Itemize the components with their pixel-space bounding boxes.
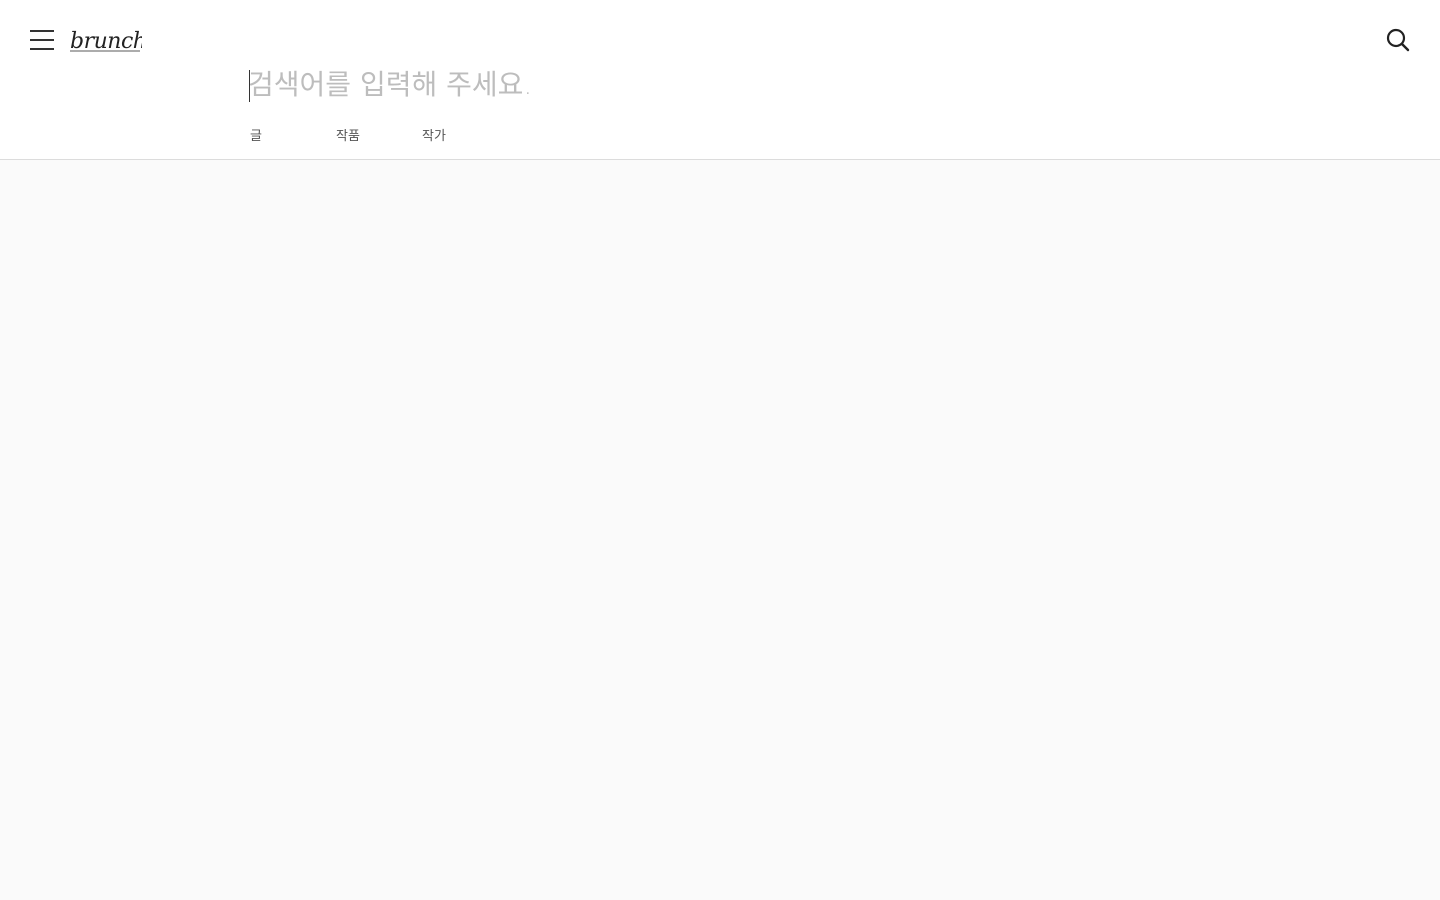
menu-line xyxy=(30,39,54,41)
search-input[interactable] xyxy=(248,62,1148,106)
hamburger-menu-icon[interactable] xyxy=(26,24,58,56)
text-caret xyxy=(249,70,250,102)
brunch-logo[interactable]: brunch xyxy=(70,24,147,56)
tab-works[interactable]: 작품 xyxy=(336,126,360,148)
tab-posts[interactable]: 글 xyxy=(250,126,262,148)
menu-line xyxy=(30,30,54,32)
search-icon[interactable] xyxy=(1384,26,1412,54)
brunch-logo-mark: brunch xyxy=(70,29,147,54)
menu-line xyxy=(30,48,54,50)
search-results-area xyxy=(0,161,1440,900)
svg-text:brunch: brunch xyxy=(70,29,142,54)
tab-authors[interactable]: 작가 xyxy=(422,126,446,148)
top-header: brunch 글 작품 작가 xyxy=(0,0,1440,160)
